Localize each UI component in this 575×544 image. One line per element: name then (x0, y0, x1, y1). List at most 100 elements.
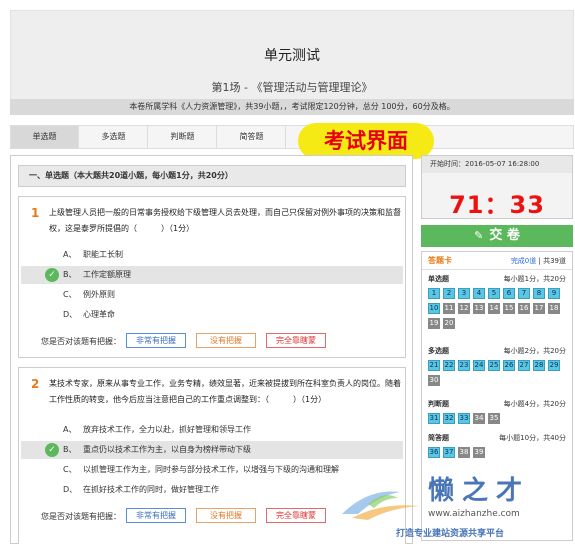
section-scoring: 每小题1分，共20分 (503, 275, 566, 283)
section-title: 一、单选题（本大题共20道小题，每小题1分，共20分） (18, 165, 406, 187)
answer-card-cell[interactable]: 35 (488, 413, 500, 424)
brand-logo-icon (342, 491, 420, 520)
progress-done: 完成0道 (510, 257, 537, 265)
answer-card-cell[interactable]: 2 (443, 288, 455, 299)
tab-multiple-choice[interactable]: 多选题 (80, 126, 148, 148)
answer-card-cell[interactable]: 8 (533, 288, 545, 299)
answer-card-cell[interactable]: 1 (428, 288, 440, 299)
answer-card-cell[interactable]: 31 (428, 413, 440, 424)
answer-card-cell[interactable]: 19 (428, 318, 440, 329)
answer-card-cell[interactable]: 33 (458, 413, 470, 424)
answer-card-cell[interactable]: 18 (548, 303, 560, 314)
answer-card-cell[interactable]: 14 (488, 303, 500, 314)
watermark: 懒之才 www.aizhanzhe.com 打造专业建站资源共享平台 (338, 470, 574, 544)
check-icon: ✓ (45, 268, 59, 282)
answer-card-cell[interactable]: 37 (443, 447, 455, 458)
question-card: 1 上级管理人员把一般的日常事务授权给下级管理人员去处理，而自己只保留对例外事项… (18, 196, 406, 358)
question-type-tabs: 单选题 多选题 判断题 简答题 (10, 125, 574, 149)
very-confident-button[interactable]: 非常有把握 (126, 508, 186, 523)
option-text: 放弃技术工作，全力以赴，抓好管理和领导工作 (83, 425, 251, 434)
answer-card-cell[interactable]: 3 (458, 288, 470, 299)
option-text: 重点仍以技术工作为主，以自身为榜样带动下级 (83, 445, 251, 454)
watermark-name: 懒之才 (428, 476, 531, 506)
answer-card-cell[interactable]: 9 (548, 288, 560, 299)
answer-card-cell[interactable]: 34 (473, 413, 485, 424)
option-text: 工作定额原理 (83, 270, 131, 279)
very-confident-button[interactable]: 非常有把握 (126, 333, 186, 348)
option-b[interactable]: ✓ B、 工作定额原理 (21, 266, 403, 284)
overlay-caption: 考试界面 (298, 123, 434, 159)
option-text: 在抓好技术工作的同时，做好管理工作 (83, 485, 219, 494)
option-a[interactable]: A、 放弃技术工作，全力以赴，抓好管理和领导工作 (21, 421, 403, 439)
section-name: 多选题 (428, 347, 449, 355)
answer-card-cell[interactable]: 13 (473, 303, 485, 314)
option-letter: C、 (63, 290, 77, 299)
answer-card-cell[interactable]: 23 (458, 360, 470, 371)
option-text: 以抓管理工作为主，同时参与部分技术工作，以增强与下级的沟通和理解 (83, 465, 339, 474)
option-text: 职能工长制 (83, 250, 123, 259)
answer-card-cell[interactable]: 16 (518, 303, 530, 314)
tab-true-false[interactable]: 判断题 (149, 126, 217, 148)
answer-card-cell[interactable]: 39 (473, 447, 485, 458)
pure-guess-button[interactable]: 完全靠瞎蒙 (266, 333, 326, 348)
answer-card-cell[interactable]: 12 (458, 303, 470, 314)
section-name: 简答题 (428, 434, 449, 442)
answer-card-cell[interactable]: 27 (518, 360, 530, 371)
answer-card-cell[interactable]: 17 (533, 303, 545, 314)
answer-card-title: 答题卡 (428, 256, 452, 265)
answer-card-cell[interactable]: 22 (443, 360, 455, 371)
tab-single-choice[interactable]: 单选题 (11, 126, 79, 148)
answer-card-cell[interactable]: 7 (518, 288, 530, 299)
tab-short-answer[interactable]: 简答题 (218, 126, 286, 148)
option-letter: B、 (63, 445, 77, 454)
confidence-label: 您是否对该题有把握： (41, 512, 121, 521)
answer-card-cell[interactable]: 38 (458, 447, 470, 458)
option-b[interactable]: ✓ B、 重点仍以技术工作为主，以自身为榜样带动下级 (21, 441, 403, 459)
answer-card-cell[interactable]: 15 (503, 303, 515, 314)
answer-card-cell[interactable]: 21 (428, 360, 440, 371)
submit-label: 交 卷 (489, 228, 520, 243)
option-letter: C、 (63, 465, 77, 474)
section-scoring: 每小题2分，共20分 (503, 347, 566, 355)
option-letter: A、 (63, 425, 77, 434)
not-confident-button[interactable]: 没有把握 (196, 333, 256, 348)
answer-card-cell[interactable]: 32 (443, 413, 455, 424)
check-icon: ✓ (45, 443, 59, 457)
option-text: 例外原则 (83, 290, 115, 299)
answer-card-cell[interactable]: 11 (443, 303, 455, 314)
start-time: 开始时间：2016-05-07 16:28:00 (422, 156, 572, 173)
answer-card-cell[interactable]: 26 (503, 360, 515, 371)
answer-card-cell[interactable]: 5 (488, 288, 500, 299)
question-text: 某技术专家，原来从事专业工作，业务专精，绩效显著，近来被提拔到所在科室负责人的岗… (49, 379, 401, 404)
answer-card-cell[interactable]: 29 (548, 360, 560, 371)
answer-card-cell[interactable]: 25 (488, 360, 500, 371)
option-letter: D、 (63, 485, 78, 494)
option-d[interactable]: D、 心理革命 (21, 306, 403, 324)
answer-card-cell[interactable]: 36 (428, 447, 440, 458)
watermark-slogan: 打造专业建站资源共享平台 (396, 529, 505, 539)
option-c[interactable]: C、 例外原则 (21, 286, 403, 304)
answer-card-cell[interactable]: 6 (503, 288, 515, 299)
progress-total: | 共39道 (536, 257, 567, 265)
pure-guess-button[interactable]: 完全靠瞎蒙 (266, 508, 326, 523)
answer-card-cell[interactable]: 20 (443, 318, 455, 329)
answer-card-cell[interactable]: 24 (473, 360, 485, 371)
question-number: 1 (31, 206, 40, 220)
answer-card-cell[interactable]: 10 (428, 303, 440, 314)
option-letter: A、 (63, 250, 77, 259)
option-text: 心理革命 (83, 310, 115, 319)
section-name: 判断题 (428, 400, 449, 408)
not-confident-button[interactable]: 没有把握 (196, 508, 256, 523)
exam-notice: 本卷所属学科《人力资源管理》，共39小题，，考试限定120分钟，总分 100分，… (10, 99, 574, 115)
answer-card-cell[interactable]: 28 (533, 360, 545, 371)
question-text: 上级管理人员把一般的日常事务授权给下级管理人员去处理，而自己只保留对例外事项的决… (49, 208, 401, 233)
countdown-timer: 71：33 (449, 191, 545, 219)
option-a[interactable]: A、 职能工长制 (21, 246, 403, 264)
section-scoring: 每小题10分，共40分 (499, 434, 566, 442)
timer-panel: 开始时间：2016-05-07 16:28:00 71：33 (421, 155, 573, 219)
answer-card-cell[interactable]: 30 (428, 375, 440, 386)
answer-card-cell[interactable]: 4 (473, 288, 485, 299)
option-letter: D、 (63, 310, 78, 319)
submit-exam-button[interactable]: ✎ 交 卷 (421, 225, 573, 247)
watermark-url: www.aizhanzhe.com (428, 509, 520, 519)
